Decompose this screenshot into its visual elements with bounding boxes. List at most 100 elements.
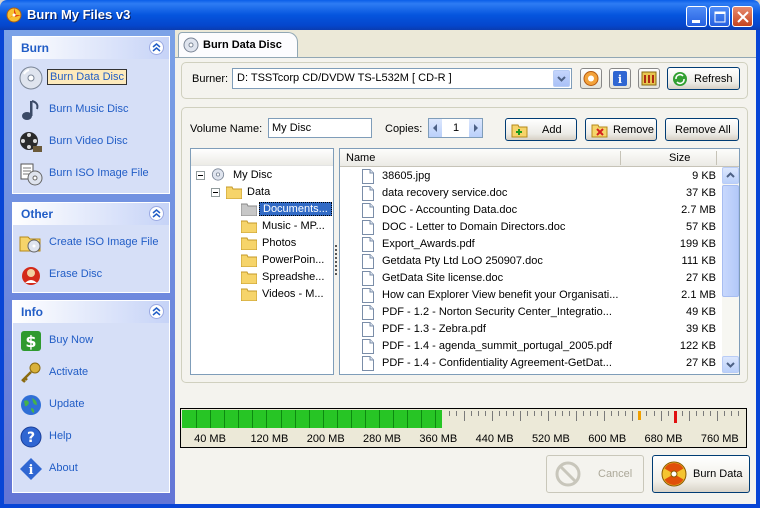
table-row[interactable]: data recovery service.doc 37 KB bbox=[340, 185, 722, 202]
table-row[interactable]: PDF - 1.2 - Norton Security Center_Integ… bbox=[340, 304, 722, 321]
remove-button[interactable]: Remove bbox=[585, 118, 657, 141]
increment-button[interactable] bbox=[469, 119, 482, 137]
refresh-button[interactable]: Refresh bbox=[667, 67, 740, 90]
decrement-button[interactable] bbox=[429, 119, 442, 137]
folder-icon bbox=[241, 271, 257, 284]
eject-button[interactable] bbox=[580, 68, 602, 89]
sidebar-item-burn-iso-image[interactable]: Burn ISO Image File bbox=[17, 160, 167, 188]
scroll-down-button[interactable] bbox=[722, 356, 739, 373]
maximize-button[interactable] bbox=[709, 6, 730, 27]
collapse-burn-icon[interactable] bbox=[149, 40, 164, 55]
folder-icon bbox=[241, 254, 257, 267]
volume-name-input[interactable]: My Disc bbox=[268, 118, 372, 138]
scroll-thumb[interactable] bbox=[722, 185, 739, 297]
capacity-tick bbox=[519, 411, 521, 421]
document-icon bbox=[362, 186, 374, 201]
sidebar-item-update[interactable]: Update bbox=[17, 391, 167, 419]
capacity-label: 40 MB bbox=[194, 433, 226, 445]
info-group-header[interactable]: Info bbox=[13, 301, 169, 323]
sidebar-item-label: Help bbox=[49, 430, 72, 442]
document-icon bbox=[362, 271, 374, 286]
tree-node-spreadsheets[interactable]: Spreadshe... bbox=[241, 270, 333, 286]
vertical-scrollbar[interactable] bbox=[722, 167, 739, 374]
tree-node-documents[interactable]: Documents... bbox=[241, 202, 333, 218]
column-size[interactable]: Size bbox=[669, 152, 690, 164]
sidebar-item-burn-music-disc[interactable]: Burn Music Disc bbox=[17, 96, 167, 124]
tree-node-label: My Disc bbox=[233, 169, 273, 181]
table-row[interactable]: 38605.jpg 9 KB bbox=[340, 168, 722, 185]
close-button[interactable] bbox=[732, 6, 753, 27]
tree-node-videos[interactable]: Videos - M... bbox=[241, 287, 333, 303]
copies-stepper[interactable]: 1 bbox=[428, 118, 483, 138]
table-row[interactable]: How can Explorer View benefit your Organ… bbox=[340, 287, 722, 304]
other-group-header[interactable]: Other bbox=[13, 203, 169, 225]
burn-button[interactable]: Burn Data bbox=[652, 455, 750, 493]
burn-group-header[interactable]: Burn bbox=[13, 37, 169, 59]
collapse-info-icon[interactable] bbox=[149, 304, 164, 319]
sidebar-item-label: Burn Music Disc bbox=[49, 103, 129, 115]
tree-node-music[interactable]: Music - MP... bbox=[241, 219, 333, 235]
folder-tree[interactable]: My Disc Data Documents... Music - MP... … bbox=[190, 148, 334, 375]
remove-all-button[interactable]: Remove All bbox=[665, 118, 739, 141]
sidebar-item-burn-data-disc[interactable]: Burn Data Disc bbox=[17, 64, 167, 92]
table-row[interactable]: PDF - 1.4 - agenda_summit_portugal_2005.… bbox=[340, 338, 722, 355]
sidebar-item-burn-video-disc[interactable]: Burn Video Disc bbox=[17, 128, 167, 156]
capacity-tick bbox=[512, 411, 514, 416]
tree-node-label: Spreadshe... bbox=[262, 271, 325, 283]
sidebar-item-activate[interactable]: Activate bbox=[17, 359, 167, 387]
table-row[interactable]: PDF - 1.3 - Zebra.pdf 39 KB bbox=[340, 321, 722, 338]
sidebar-item-buy-now[interactable]: $ Buy Now bbox=[17, 327, 167, 355]
burn-group: Burn Burn Data Disc Burn Music Disc Burn… bbox=[12, 36, 170, 194]
tab-burn-data-disc[interactable]: Burn Data Disc bbox=[178, 32, 298, 58]
capacity-fill-segment bbox=[308, 410, 310, 428]
document-icon bbox=[362, 339, 374, 354]
tree-node-photos[interactable]: Photos bbox=[241, 236, 333, 252]
collapse-icon[interactable] bbox=[211, 188, 220, 197]
cancel-button[interactable]: Cancel bbox=[546, 455, 644, 493]
collapse-icon[interactable] bbox=[196, 171, 205, 180]
table-row[interactable]: Getdata Pty Ltd LoO 250907.doc 111 KB bbox=[340, 253, 722, 270]
table-row[interactable]: PDF - 1.4 - Confidentiality Agreement-Ge… bbox=[340, 355, 722, 372]
capacity-tick bbox=[681, 411, 683, 416]
file-list[interactable]: Name Size 38605.jpg 9 KB data recovery ser… bbox=[339, 148, 740, 375]
splitter-handle[interactable] bbox=[335, 245, 337, 275]
table-row[interactable]: GetData Site license.doc 27 KB bbox=[340, 270, 722, 287]
folder-icon bbox=[241, 203, 257, 216]
chevron-down-icon[interactable] bbox=[553, 70, 570, 87]
sidebar-item-erase-disc[interactable]: Erase Disc bbox=[17, 261, 167, 289]
file-size: 57 KB bbox=[686, 221, 716, 233]
sidebar-item-help[interactable]: ? Help bbox=[17, 423, 167, 451]
table-row[interactable]: DOC - Accounting Data.doc 2.7 MB bbox=[340, 202, 722, 219]
capacity-label: 280 MB bbox=[363, 433, 401, 445]
drive-info-button[interactable]: i bbox=[609, 68, 631, 89]
sidebar-item-label: Burn Video Disc bbox=[49, 135, 128, 147]
tree-node-data[interactable]: Data bbox=[211, 185, 326, 201]
disc-icon bbox=[211, 168, 225, 181]
drive-settings-button[interactable] bbox=[638, 68, 660, 89]
table-row[interactable]: DOC - Letter to Domain Directors.doc 57 K… bbox=[340, 219, 722, 236]
file-name: PDF - 1.3 - Zebra.pdf bbox=[382, 323, 486, 335]
sidebar-item-about[interactable]: i About bbox=[17, 455, 167, 483]
capacity-fill-segment bbox=[294, 410, 296, 428]
document-icon bbox=[362, 254, 374, 269]
window-title: Burn My Files v3 bbox=[27, 7, 131, 22]
capacity-tick bbox=[597, 411, 599, 416]
tree-node-root[interactable]: My Disc bbox=[196, 168, 326, 184]
add-button[interactable]: Add bbox=[505, 118, 577, 141]
minimize-button[interactable] bbox=[686, 6, 707, 27]
svg-text:i: i bbox=[618, 73, 622, 86]
sidebar-item-create-iso[interactable]: Create ISO Image File bbox=[17, 229, 167, 257]
chevron-right-icon bbox=[474, 124, 478, 132]
table-row[interactable]: Export_Awards.pdf 199 KB bbox=[340, 236, 722, 253]
tree-node-label: Videos - M... bbox=[262, 288, 324, 300]
capacity-tick bbox=[695, 411, 697, 416]
column-name[interactable]: Name bbox=[346, 152, 375, 164]
document-icon bbox=[362, 356, 374, 371]
add-folder-icon bbox=[511, 124, 528, 138]
scroll-up-button[interactable] bbox=[722, 167, 739, 184]
collapse-other-icon[interactable] bbox=[149, 206, 164, 221]
capacity-fill-segment bbox=[393, 410, 395, 428]
burner-select[interactable]: D: TSSTcorp CD/DVDW TS-L532M [ CD-R ] bbox=[232, 68, 572, 89]
tree-node-powerpoint[interactable]: PowerPoin... bbox=[241, 253, 333, 269]
capacity-tick bbox=[456, 411, 458, 416]
